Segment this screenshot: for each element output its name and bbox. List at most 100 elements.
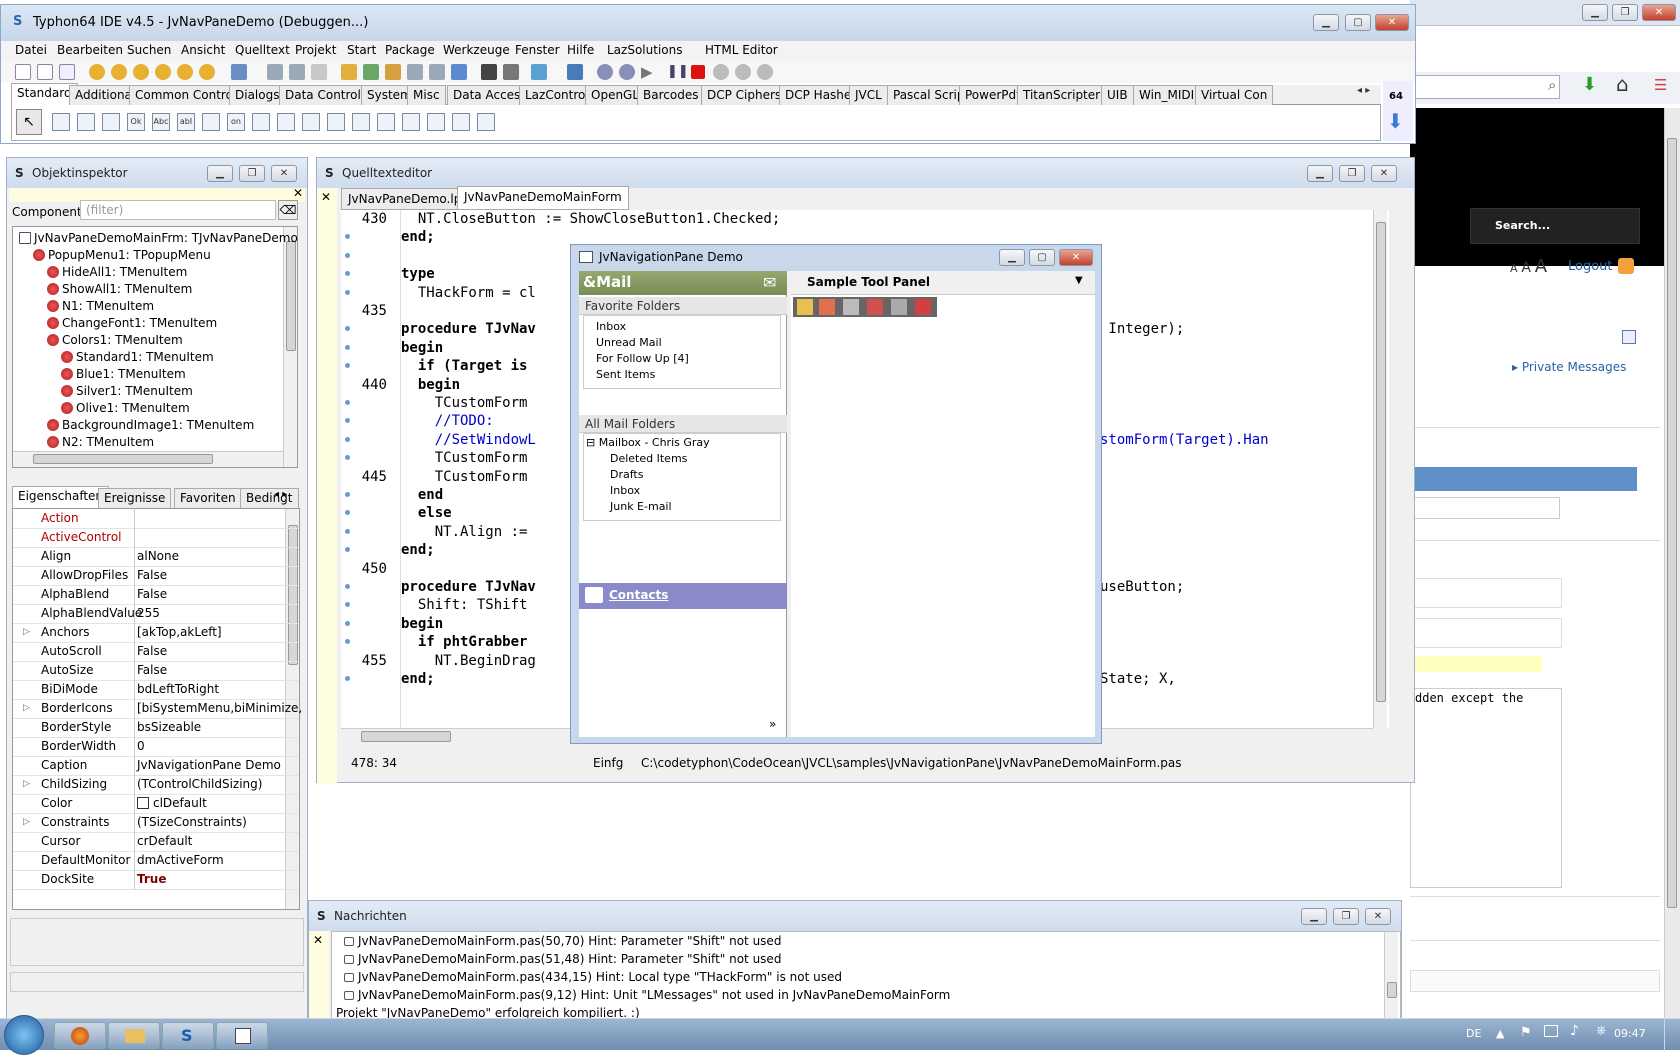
palette-component-icon[interactable] <box>52 113 70 131</box>
browser-restore-button[interactable]: ❐ <box>1612 4 1638 21</box>
tree-node[interactable]: Olive1: TMenuItem <box>61 399 190 417</box>
property-value[interactable]: crDefault <box>137 834 192 848</box>
tree-node[interactable]: N2: TMenuItem <box>47 433 154 451</box>
demo-close-button[interactable]: ✕ <box>1059 249 1093 266</box>
new-unit-icon[interactable] <box>59 64 75 80</box>
palette-tab[interactable]: JVCL <box>849 85 888 105</box>
messages-restore-button[interactable]: ❐ <box>1333 908 1359 925</box>
messages-scrollbar[interactable] <box>1384 932 1398 1018</box>
palette-tab[interactable]: Data Controls <box>279 85 374 105</box>
palette-component-icon[interactable] <box>452 113 470 131</box>
code-line[interactable]: procedure TJvNav <box>401 320 536 339</box>
message-row[interactable]: JvNavPaneDemoMainForm.pas(51,48) Hint: P… <box>344 952 781 966</box>
tree-vscrollbar[interactable] <box>283 227 297 467</box>
code-line[interactable]: TCustomForm <box>401 394 528 413</box>
tree-node[interactable]: ChangeFont1: TMenuItem <box>47 314 217 332</box>
property-value[interactable]: bdLeftToRight <box>137 682 219 696</box>
taskbar-explorer-button[interactable] <box>108 1022 160 1049</box>
palette-tab[interactable]: DCP Ciphers <box>701 85 788 105</box>
property-row[interactable]: AutoSize False <box>13 661 299 681</box>
tab-scroll-arrows[interactable]: ◂ ▸ <box>1357 85 1370 96</box>
network-icon[interactable] <box>1544 1025 1558 1037</box>
tree-node[interactable]: Silver1: TMenuItem <box>61 382 193 400</box>
save-icon[interactable] <box>267 64 283 80</box>
pause-icon[interactable]: ❚❚ <box>667 64 689 79</box>
breakpoint-marker[interactable] <box>345 528 350 534</box>
folder-drafts[interactable]: Drafts <box>610 468 643 481</box>
property-row[interactable]: AlphaBlendValue 255 <box>13 604 299 624</box>
clear-filter-icon[interactable]: ⌫ <box>278 200 298 220</box>
binoculars-icon[interactable] <box>481 64 497 80</box>
menu-package[interactable]: Package <box>385 43 435 57</box>
palette-component-icon[interactable] <box>102 113 120 131</box>
property-value[interactable]: alNone <box>137 549 179 563</box>
code-line[interactable]: NT.CloseButton := ShowCloseButton1.Check… <box>401 210 780 229</box>
property-row[interactable]: ▷ BorderIcons [biSystemMenu,biMinimize, <box>13 699 302 719</box>
new-form-icon[interactable] <box>37 64 53 80</box>
code-line[interactable]: end <box>401 486 443 505</box>
home-icon[interactable]: ⌂ <box>1616 72 1629 96</box>
ide-close-button[interactable]: ✕ <box>1375 14 1409 31</box>
language-indicator[interactable]: DE <box>1466 1027 1481 1040</box>
code-line[interactable]: TCustomForm <box>401 468 528 487</box>
breakpoint-marker[interactable] <box>345 676 350 681</box>
property-value[interactable]: dmActiveForm <box>137 853 224 867</box>
code-line[interactable]: begin <box>401 339 443 358</box>
mailbox-node[interactable]: ⊟ Mailbox - Chris Gray <box>586 436 710 449</box>
code-line[interactable]: end; <box>401 670 435 689</box>
logout-link[interactable]: Logout <box>1568 259 1613 274</box>
step-into-icon[interactable] <box>713 64 729 80</box>
palette-component-icon[interactable] <box>202 113 220 131</box>
copy-icon[interactable] <box>407 64 423 80</box>
sync-icon[interactable] <box>451 64 467 80</box>
rss-icon[interactable] <box>1618 258 1634 274</box>
favorite-inbox[interactable]: Inbox <box>596 320 626 333</box>
property-row[interactable]: BorderStyle bsSizeable <box>13 718 299 738</box>
palette-component-icon[interactable] <box>277 113 295 131</box>
editor-panel-close-icon[interactable]: ✕ <box>321 190 331 204</box>
run-icon[interactable]: ▶ <box>641 63 653 81</box>
property-value[interactable]: False <box>137 663 167 677</box>
property-row[interactable]: ▷ Constraints (TSizeConstraints) <box>13 813 299 833</box>
expand-icon[interactable]: ▷ <box>23 703 30 713</box>
breakpoint-marker[interactable] <box>345 271 350 277</box>
tree-node[interactable]: PopupMenu1: TPopupMenu <box>33 246 211 264</box>
debug-icon[interactable] <box>619 64 635 80</box>
demo-minimize-button[interactable]: ▁ <box>999 249 1025 266</box>
editor-restore-button[interactable]: ❐ <box>1339 165 1365 182</box>
close-file-icon[interactable] <box>311 64 327 80</box>
platform-64-badge[interactable]: 64 ⬇ <box>1383 81 1413 141</box>
configure-buttons-icon[interactable]: » <box>769 717 776 731</box>
breakpoint-marker[interactable] <box>345 620 350 626</box>
forward-icon[interactable] <box>843 299 859 315</box>
chevron-down-icon[interactable]: ▼ <box>1075 275 1083 286</box>
expand-icon[interactable]: ▷ <box>23 817 30 827</box>
start-button[interactable] <box>4 1015 44 1055</box>
paste-icon[interactable] <box>429 64 445 80</box>
expand-icon[interactable]: ▷ <box>23 627 30 637</box>
breakpoint-marker[interactable] <box>345 418 350 424</box>
palette-tab[interactable]: UIB <box>1101 85 1134 105</box>
tree-node[interactable]: HideAll1: TMenuItem <box>47 263 187 281</box>
menu-projekt[interactable]: Projekt <box>295 43 336 57</box>
view-forms-icon[interactable] <box>363 64 379 80</box>
code-line[interactable]: end; <box>401 228 435 247</box>
move-icon[interactable] <box>891 299 907 315</box>
property-row[interactable]: ▷ Anchors [akTop,akLeft] <box>13 623 299 643</box>
palette-tab[interactable]: Barcodes <box>637 85 705 105</box>
code-line[interactable]: //SetWindowL <box>401 431 536 450</box>
palette-tab[interactable]: Dialogs <box>229 85 286 105</box>
build-icon[interactable] <box>531 64 547 80</box>
project-options-icon[interactable] <box>177 64 193 80</box>
menu-start[interactable]: Start <box>347 43 376 57</box>
new-file-icon[interactable] <box>15 64 31 80</box>
message-row[interactable]: JvNavPaneDemoMainForm.pas(434,15) Hint: … <box>344 970 842 984</box>
breakpoint-marker[interactable] <box>345 234 350 240</box>
breakpoint-marker[interactable] <box>345 252 350 258</box>
code-line[interactable]: THackForm = cl <box>401 284 536 303</box>
build-all-icon[interactable] <box>567 64 583 80</box>
palette-component-icon[interactable] <box>377 113 395 131</box>
tab-jvnavpanedemo-lpr[interactable]: JvNavPaneDemo.lpr <box>341 188 474 210</box>
palette-component-icon[interactable] <box>77 113 95 131</box>
property-row[interactable]: DockSite True <box>13 870 299 890</box>
